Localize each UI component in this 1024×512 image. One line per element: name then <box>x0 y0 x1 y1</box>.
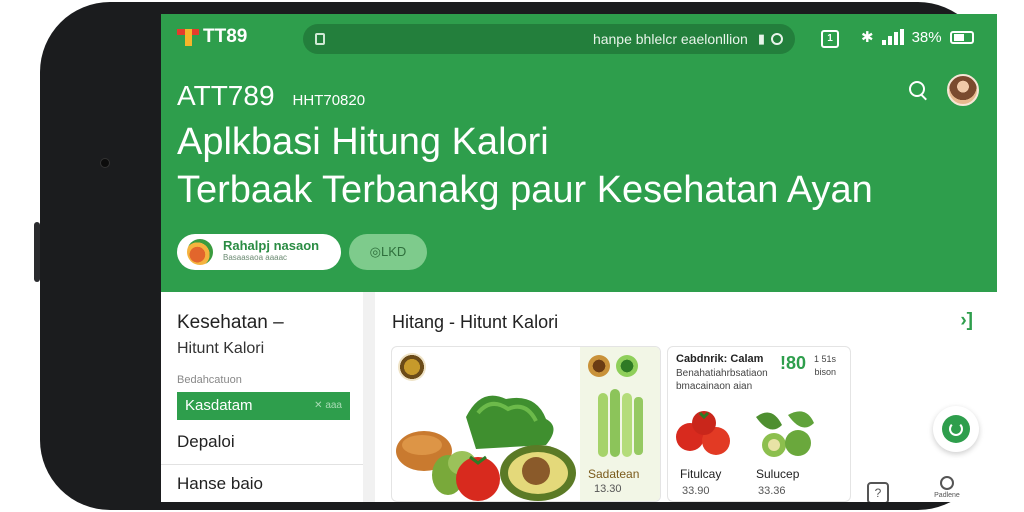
hero-actions <box>907 74 979 106</box>
card-item-2-label: Sulucep <box>756 467 800 481</box>
leaf-icon <box>616 355 638 377</box>
card-unit-line-2: bison <box>814 367 837 377</box>
side-button <box>34 222 40 282</box>
signal-icon <box>881 29 904 45</box>
badge-icon <box>398 353 426 381</box>
chip-main-label: Rahalpj nasaon <box>223 238 320 253</box>
arrow-icon[interactable]: ›] <box>960 310 973 332</box>
card-unit-line-1: 1 51s <box>814 354 837 364</box>
sidebar-subtitle[interactable]: Hitunt Kalori <box>177 340 264 358</box>
divider <box>161 464 363 465</box>
status-indicators: ✱ 38% <box>861 28 974 46</box>
bluetooth-icon: ✱ <box>861 29 874 46</box>
card-item-1-value: 33.90 <box>682 485 710 497</box>
sidebar-item-depaloi[interactable]: Depaloi <box>177 432 235 452</box>
tomatoes-image <box>676 411 730 455</box>
search-icon[interactable] <box>907 79 929 101</box>
app-code: HHT70820 <box>292 92 366 109</box>
celery-image <box>598 389 643 457</box>
profile-icon <box>940 476 954 490</box>
app-title: ATT789 HHT70820 <box>177 80 365 112</box>
food-card-vegetables[interactable]: Sadatean 13.30 <box>391 346 661 502</box>
vegetables-image <box>396 395 576 501</box>
sidebar-item-hanse[interactable]: Hanse baio <box>177 474 263 494</box>
sidebar-title: Kesehatan – <box>177 312 284 333</box>
secondary-chip[interactable]: ◎LKD <box>349 234 427 270</box>
status-bar: TT89 hanpe bhlelcr eaelonllion ▮ 1 ✱ 38% <box>161 14 997 64</box>
column-gap <box>363 292 375 502</box>
food-card-products[interactable]: Cabdnrik: Calam Benahatiahrbsatiaon bmac… <box>667 346 851 502</box>
url-bar[interactable]: hanpe bhlelcr eaelonllion ▮ <box>303 24 795 54</box>
close-icon[interactable]: ✕ aaa <box>314 392 342 420</box>
card-unit: 1 51s bison <box>814 353 836 379</box>
hero-banner: TT89 hanpe bhlelcr eaelonllion ▮ 1 ✱ 38% <box>161 14 997 292</box>
profile-button[interactable]: Padlene <box>927 476 967 502</box>
profile-label: Padlene <box>934 492 960 499</box>
sidebar: Kesehatan – Hitunt Kalori Bedahcatuon Ka… <box>161 292 363 502</box>
help-icon[interactable]: ? <box>867 482 889 502</box>
fruit-icon <box>187 239 213 265</box>
refresh-icon <box>942 415 970 443</box>
card-icons <box>588 355 638 377</box>
headline-line-2: Terbaak Terbanakg paur Kesehatan Ayan <box>177 169 873 211</box>
seeds-icon <box>588 355 610 377</box>
headline-line-1: Aplkbasi Hitung Kalori <box>177 121 549 163</box>
sidebar-caption: Bedahcatuon <box>177 374 242 386</box>
app-name: ATT789 <box>177 80 275 111</box>
brand-name: TT89 <box>203 26 248 47</box>
card-subtitle: Benahatiahrbsatiaon bmacainaon aian <box>676 368 768 392</box>
url-text: hanpe bhlelcr eaelonllion <box>592 31 748 47</box>
headline: Aplkbasi Hitung Kalori Terbaak Terbanakg… <box>177 118 977 214</box>
brand-logo-icon <box>177 27 199 47</box>
card-title: Cabdnrik: Calam <box>676 353 764 365</box>
category-chip[interactable]: Rahalpj nasaon Basaasaoa aaaac <box>177 234 341 270</box>
card-item-value: 13.30 <box>594 483 622 495</box>
phone-frame: TT89 hanpe bhlelcr eaelonllion ▮ 1 ✱ 38% <box>34 2 997 510</box>
main-panel: Hitang - Hitunt Kalori ›] Sadatean 13.30… <box>375 292 997 502</box>
brussels-sprouts-image <box>756 411 814 457</box>
battery-icon <box>949 30 974 44</box>
refresh-button[interactable] <box>933 406 979 452</box>
chip-sub-label: Basaasaoa aaaac <box>223 253 288 262</box>
screen: TT89 hanpe bhlelcr eaelonllion ▮ 1 ✱ 38% <box>161 14 997 502</box>
battery-level: 38% <box>911 28 942 46</box>
sidebar-item-label: Kasdatam <box>185 397 253 414</box>
card-price: !80 <box>780 353 807 373</box>
main-title: Hitang - Hitunt Kalori <box>392 312 559 332</box>
avatar[interactable] <box>947 74 979 106</box>
chip-text: Rahalpj nasaon Basaasaoa aaaac <box>223 238 320 264</box>
card-item-1-label: Fitulcay <box>680 467 722 481</box>
mic-icon[interactable]: ▮ <box>758 31 765 47</box>
sidebar-item-active[interactable]: Kasdatam ✕ aaa <box>177 392 350 420</box>
card-side-panel: Sadatean 13.30 <box>580 347 660 501</box>
brand[interactable]: TT89 <box>177 26 247 48</box>
circle-icon[interactable] <box>771 33 783 45</box>
camera-icon <box>100 158 110 168</box>
card-item-label: Sadatean <box>588 467 640 481</box>
tab-count-icon[interactable]: 1 <box>821 30 839 48</box>
card-item-2-value: 33.36 <box>758 485 786 497</box>
lock-icon <box>315 33 325 45</box>
